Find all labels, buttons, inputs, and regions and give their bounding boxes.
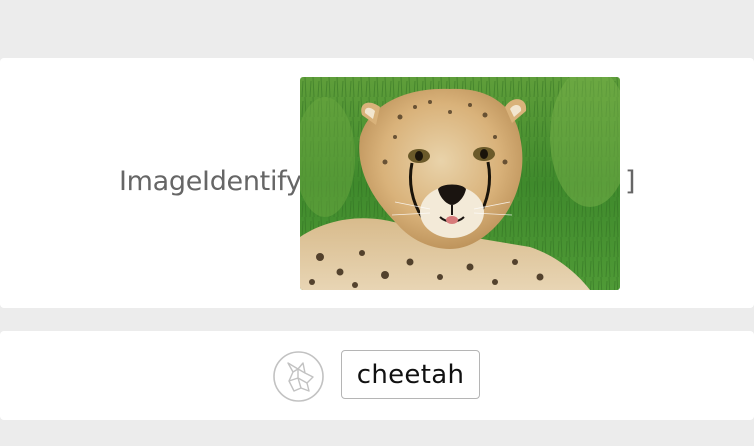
function-name: ImageIdentify[ (119, 166, 312, 197)
input-expression[interactable]: ImageIdentify[] (0, 58, 754, 308)
wolf-icon (272, 350, 325, 403)
result-text: cheetah (356, 359, 465, 390)
close-bracket: ] (625, 166, 636, 197)
cheetah-image[interactable] (300, 77, 620, 290)
output-cell: cheetah (0, 331, 754, 420)
result-label[interactable]: cheetah (341, 350, 480, 399)
input-cell[interactable]: ImageIdentify[] (0, 58, 754, 308)
